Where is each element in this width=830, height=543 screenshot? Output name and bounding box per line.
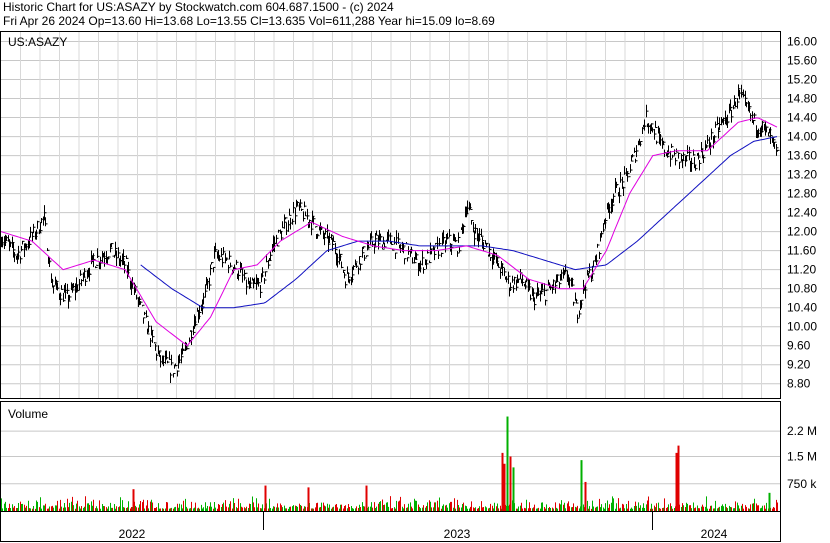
volume-tick-label: 2.2 M (787, 424, 817, 438)
price-tick-label: 9.60 (787, 339, 811, 353)
symbol-label: US:ASAZY (8, 35, 67, 49)
price-tick-label: 10.40 (787, 301, 817, 315)
volume-grid (1, 430, 780, 485)
price-tick-label: 11.60 (787, 244, 816, 258)
stock-chart: US:ASAZY Volume 16.00 15.60 15.20 14.80 14.4… (0, 31, 817, 542)
price-tick-label: 12.40 (787, 206, 817, 220)
price-tick-label: 16.00 (787, 35, 817, 49)
price-tick-label: 15.20 (787, 73, 817, 87)
volume-label: Volume (8, 407, 48, 421)
date-axis-frame (0, 511, 781, 542)
price-tick-label: 14.00 (787, 130, 817, 144)
price-tick-label: 13.20 (787, 168, 817, 182)
price-tick-label: 12.80 (787, 187, 817, 201)
year-label: 2022 (119, 527, 146, 541)
price-grid (1, 32, 780, 398)
year-label: 2024 (701, 527, 728, 541)
price-tick-label: 14.40 (787, 111, 817, 125)
price-tick-label: 14.80 (787, 92, 817, 106)
volume-axis: 2.2 M 1.5 M 750 k (787, 424, 817, 491)
volume-tick-label: 1.5 M (787, 450, 817, 464)
price-tick-label: 8.80 (787, 377, 811, 391)
price-tick-label: 13.60 (787, 149, 817, 163)
price-tick-label: 10.80 (787, 282, 817, 296)
price-tick-label: 12.00 (787, 225, 817, 239)
year-label: 2023 (444, 527, 471, 541)
volume-tick-label: 750 k (787, 477, 817, 491)
price-tick-label: 15.60 (787, 54, 817, 68)
price-axis: 16.00 15.60 15.20 14.80 14.40 14.00 13.60 13.20… (787, 35, 817, 391)
price-tick-label: 11.20 (787, 263, 816, 277)
ma-long-line (140, 136, 778, 309)
price-tick-label: 10.00 (787, 320, 817, 334)
date-axis: 2022 2023 2024 (119, 512, 728, 541)
price-tick-label: 9.20 (787, 358, 811, 372)
